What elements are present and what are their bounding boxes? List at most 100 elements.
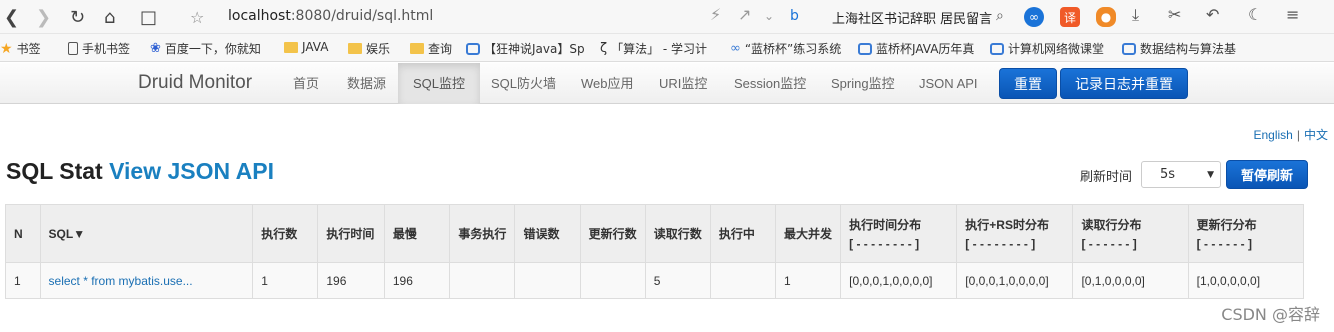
col-read-row-dist-header: 读取行分布 [ - - - - - - ]	[1072, 204, 1189, 263]
header-label: 读取行分布	[1081, 218, 1142, 232]
nav-datasource[interactable]: 数据源	[332, 63, 401, 104]
log-and-reset-button[interactable]: 记录日志并重置	[1060, 68, 1188, 99]
bilibili-icon	[466, 42, 480, 55]
nav-spring-monitor[interactable]: Spring监控	[816, 63, 910, 104]
url-host: localhost	[228, 8, 291, 24]
forward-icon[interactable]: ❯	[36, 5, 51, 29]
bilibili-icon	[990, 42, 1004, 55]
download-icon[interactable]: ⤓	[1132, 5, 1139, 25]
nav-home[interactable]: 首页	[278, 63, 334, 104]
nav-sql-monitor[interactable]: SQL监控	[398, 63, 481, 104]
nav-json-api[interactable]: JSON API	[904, 63, 993, 104]
brand-title[interactable]: Druid Monitor	[138, 72, 252, 94]
bookmark-label: 计算机网络微课堂	[1008, 42, 1105, 56]
header-label: SQL▼	[48, 226, 86, 241]
search-icon[interactable]: ⌕	[996, 8, 1004, 24]
col-update-row-dist-header: 更新行分布 [ - - - - - - ]	[1187, 204, 1305, 263]
view-json-api-link[interactable]: View JSON API	[109, 158, 274, 184]
lightning-icon[interactable]: ⚡	[710, 5, 721, 24]
nav-web-app[interactable]: Web应用	[566, 63, 649, 104]
menu-icon[interactable]: ≡	[1286, 5, 1299, 24]
header-label: 执行数	[261, 227, 298, 241]
back-icon[interactable]: ❮	[4, 5, 19, 29]
dropdown-icon[interactable]: ⌄	[764, 9, 774, 23]
col-read-rows-cell: 5	[644, 262, 711, 299]
bookmark-folder-java[interactable]: JAVA	[284, 40, 328, 54]
col-exec-time-cell: 196	[317, 262, 385, 299]
col-update-rows-header: 更新行数	[579, 204, 646, 263]
bookmark-folder-fun[interactable]: 娱乐	[348, 40, 390, 57]
folder-icon	[348, 43, 362, 54]
bookmark-lanqiao[interactable]: ∞ “蓝桥杯”练习系统	[730, 40, 841, 57]
reset-button[interactable]: 重置	[999, 68, 1057, 99]
translate-icon[interactable]: 译	[1060, 7, 1080, 27]
bookmark-folder-query[interactable]: 查询	[410, 40, 452, 57]
col-sql-header[interactable]: SQL▼	[39, 204, 254, 263]
page-title: SQL Stat View JSON API	[6, 158, 274, 185]
nav-sql-firewall[interactable]: SQL防火墙	[476, 63, 571, 104]
col-exec-rs-dist-header: 执行+RS时分布 [ - - - - - - - - ]	[956, 204, 1074, 263]
col-slowest-cell: 196	[383, 262, 451, 299]
address-bar[interactable]: localhost:8080/druid/sql.html	[228, 8, 433, 24]
scissors-icon[interactable]: ✂	[1168, 5, 1181, 24]
reload-icon[interactable]: ↻	[70, 5, 85, 29]
bookmark-baidu[interactable]: ❀ 百度一下，你就知	[150, 40, 261, 57]
extension-loop-icon[interactable]: ∞	[1024, 7, 1044, 27]
header-label: 更新行分布	[1196, 218, 1257, 232]
col-update-row-dist-cell: [1,0,0,0,0,0]	[1187, 262, 1305, 299]
col-exec-time-header: 执行时间	[317, 204, 385, 263]
header-label: 最慢	[392, 227, 417, 241]
col-sql-cell: select * from mybatis.use...	[39, 262, 254, 299]
browser-toolbar: ❮ ❯ ↻ ⌂ □ ☆ localhost:8080/druid/sql.htm…	[0, 0, 1334, 34]
bookmark-lanqiao-java[interactable]: 蓝桥杯JAVA历年真	[858, 40, 974, 57]
baidu-paw-icon: ❀	[150, 41, 161, 56]
bilibili-icon	[1122, 42, 1136, 55]
lang-chinese-link[interactable]: 中文	[1304, 128, 1328, 142]
bilibili-icon	[858, 42, 872, 55]
page-title-text: SQL Stat	[6, 158, 103, 184]
bookmark-kuangshen[interactable]: 【狂神说Java】Sp	[466, 40, 585, 57]
col-exec-count-cell: 1	[252, 262, 319, 299]
bookmark-algorithm[interactable]: ζ 「算法」 - 学习计	[600, 40, 707, 57]
pause-refresh-button[interactable]: 暂停刷新	[1226, 160, 1308, 189]
night-mode-icon[interactable]: ☾	[1248, 5, 1262, 24]
col-max-concurrent-cell: 1	[774, 262, 842, 299]
game-icon[interactable]: ●	[1096, 7, 1116, 27]
table-header-row: N SQL▼ 执行数 执行时间 最慢 事务执行 错误数 更新行数 读取行数 执行中 最大并发 执行时间…	[5, 204, 1305, 263]
col-error-count-cell	[514, 262, 581, 299]
refresh-interval-label: 刷新时间	[1080, 170, 1133, 185]
header-label: 执行时间分布	[849, 218, 922, 232]
sql-text-link[interactable]: select * from mybatis.use...	[49, 274, 193, 288]
bookmark-label: 「算法」 - 学习计	[611, 42, 708, 56]
header-label: N	[14, 226, 23, 241]
home-icon[interactable]: ⌂	[104, 5, 115, 29]
bookmark-label: “蓝桥杯”练习系统	[744, 42, 842, 56]
col-n-cell: 1	[5, 262, 41, 299]
undo-icon[interactable]: ↶	[1206, 5, 1219, 24]
star-icon[interactable]: ☆	[190, 5, 204, 29]
reader-icon[interactable]: □	[140, 5, 157, 29]
header-label: 错误数	[523, 227, 560, 241]
refresh-interval-select[interactable]: 5s ▼	[1141, 161, 1221, 188]
col-max-concurrent-header: 最大并发	[774, 204, 842, 263]
bookmark-star-item[interactable]: ★ 书签	[0, 40, 41, 57]
language-switch: English | 中文	[1254, 126, 1329, 143]
bookmark-network[interactable]: 计算机网络微课堂	[990, 40, 1104, 57]
header-sub-label: [ - - - - - - ]	[1196, 237, 1252, 251]
bookmark-label: 书签	[16, 42, 41, 56]
bing-icon[interactable]: b	[790, 8, 799, 24]
lang-english-link[interactable]: English	[1254, 128, 1293, 142]
col-running-header: 执行中	[709, 204, 776, 263]
share-icon[interactable]: ↗	[738, 5, 751, 24]
col-slowest-header: 最慢	[383, 204, 451, 263]
bookmark-mobile[interactable]: 手机书签	[68, 40, 130, 57]
nav-uri-monitor[interactable]: URI监控	[644, 63, 722, 104]
bookmark-label: 娱乐	[366, 42, 391, 56]
nav-session-monitor[interactable]: Session监控	[719, 63, 821, 104]
bookmark-datastruct[interactable]: 数据结构与算法基	[1122, 40, 1236, 57]
table-row: 1 select * from mybatis.use... 1 196 196 5 1 [0…	[5, 262, 1305, 299]
header-label: 事务执行	[458, 227, 507, 241]
bookmark-label: 百度一下，你就知	[164, 42, 261, 56]
news-ticker[interactable]: 上海社区书记辞职 居民留言	[832, 8, 992, 27]
bookmark-star-icon: ★	[0, 40, 13, 57]
